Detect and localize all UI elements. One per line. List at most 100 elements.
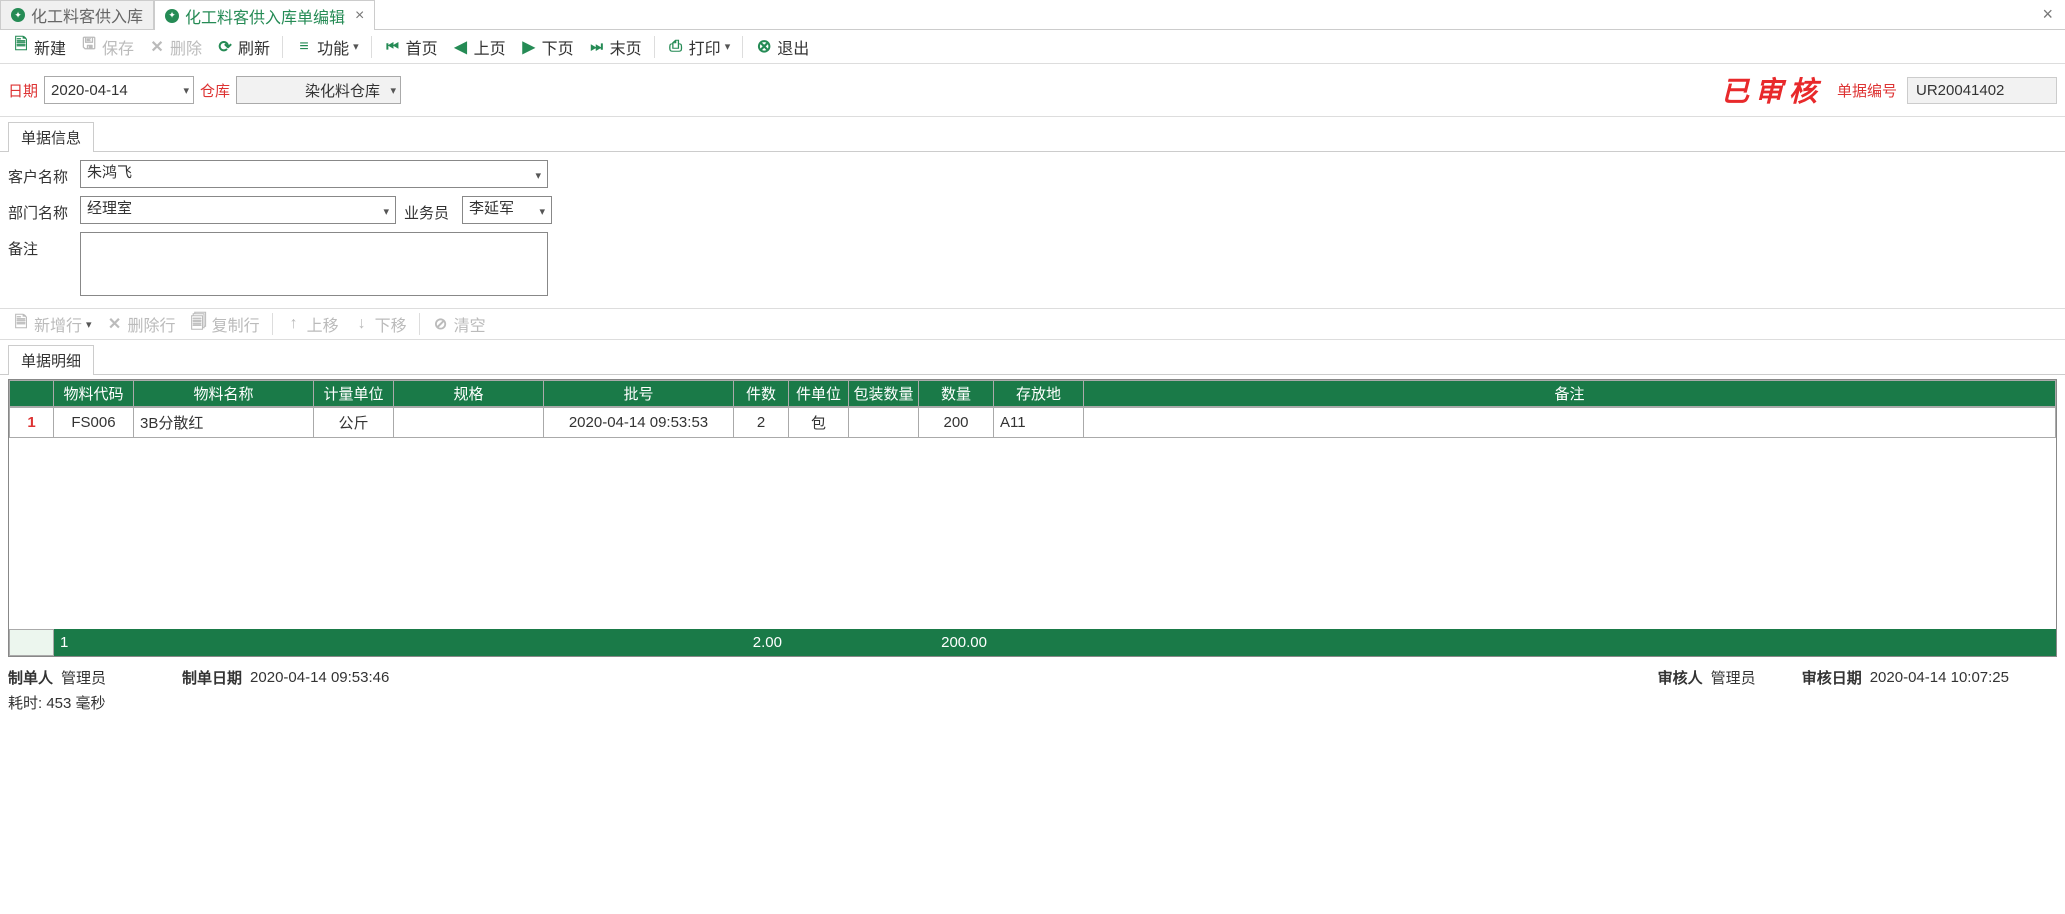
warehouse-select[interactable]: 染化料仓库 ▾ bbox=[236, 76, 401, 104]
date-label: 日期 bbox=[8, 80, 38, 101]
cell-uom[interactable]: 公斤 bbox=[314, 408, 394, 438]
doc-code-field: UR20041402 bbox=[1907, 77, 2057, 104]
next-icon bbox=[520, 38, 538, 56]
create-date-value: 2020-04-14 09:53:46 bbox=[250, 669, 389, 686]
sales-select[interactable]: 李延军 ▾ bbox=[462, 196, 552, 224]
col-remark[interactable]: 备注 bbox=[1084, 381, 2056, 407]
col-pcs-unit[interactable]: 件单位 bbox=[789, 381, 849, 407]
col-pcs[interactable]: 件数 bbox=[734, 381, 789, 407]
copy-row-label: 复制行 bbox=[212, 312, 260, 336]
cell-pcs[interactable]: 2 bbox=[734, 408, 789, 438]
list-icon bbox=[295, 38, 313, 56]
separator bbox=[272, 313, 273, 335]
dept-value: 经理室 bbox=[87, 200, 132, 217]
delete-row-label: 删除行 bbox=[128, 312, 176, 336]
section-info-tab[interactable]: 单据信息 bbox=[8, 122, 94, 152]
copy-row-icon bbox=[190, 315, 208, 333]
move-up-label: 上移 bbox=[307, 312, 339, 336]
print-label: 打印 bbox=[689, 35, 721, 59]
add-row-button[interactable]: 新增行 ▾ bbox=[6, 310, 98, 338]
customer-select[interactable]: 朱鸿飞 ▾ bbox=[80, 160, 548, 188]
cell-qty[interactable]: 200 bbox=[919, 408, 994, 438]
add-row-label: 新增行 bbox=[34, 312, 82, 336]
chevron-down-icon: ▾ bbox=[183, 84, 189, 97]
next-page-button[interactable]: 下页 bbox=[514, 33, 580, 61]
row-toolbar: 新增行 ▾ ✕ 删除行 复制行 上移 下移 清空 bbox=[0, 308, 2065, 340]
chevron-down-icon: ▾ bbox=[725, 40, 731, 53]
cell-code[interactable]: FS006 bbox=[54, 408, 134, 438]
cell-spec[interactable] bbox=[394, 408, 544, 438]
globe-icon: ✦ bbox=[165, 9, 179, 23]
totals-cell bbox=[134, 630, 314, 656]
exit-button[interactable]: 退出 bbox=[749, 33, 815, 61]
audit-stamp: 已审核 bbox=[1721, 70, 1823, 110]
refresh-icon bbox=[216, 38, 234, 56]
sales-label: 业务员 bbox=[404, 196, 454, 223]
cell-name[interactable]: 3B分散红 bbox=[134, 408, 314, 438]
prev-page-button[interactable]: 上页 bbox=[446, 33, 512, 61]
audit-date-label: 审核日期 bbox=[1802, 667, 1862, 688]
separator bbox=[371, 36, 372, 58]
delete-row-button[interactable]: ✕ 删除行 bbox=[100, 310, 182, 338]
save-button[interactable]: 🖫 保存 bbox=[74, 33, 140, 61]
print-button[interactable]: 打印 ▾ bbox=[661, 33, 737, 61]
remark-label: 备注 bbox=[8, 232, 72, 259]
cell-batch[interactable]: 2020-04-14 09:53:53 bbox=[544, 408, 734, 438]
refresh-button[interactable]: 刷新 bbox=[210, 33, 276, 61]
save-icon: 🖫 bbox=[80, 38, 98, 56]
close-icon[interactable]: × bbox=[355, 7, 364, 25]
auditor-label: 审核人 bbox=[1658, 667, 1703, 688]
dept-label: 部门名称 bbox=[8, 196, 72, 223]
cell-loc[interactable]: A11 bbox=[994, 408, 1084, 438]
function-button[interactable]: 功能 ▾ bbox=[289, 33, 365, 61]
move-up-button[interactable]: 上移 bbox=[279, 310, 345, 338]
add-row-icon bbox=[12, 315, 30, 333]
totals-cell bbox=[394, 630, 544, 656]
clear-icon bbox=[432, 315, 450, 333]
new-button[interactable]: 🗎 新建 bbox=[6, 33, 72, 61]
totals-count: 1 bbox=[54, 630, 134, 656]
section-detail-tab[interactable]: 单据明细 bbox=[8, 345, 94, 375]
tab-list[interactable]: ✦ 化工料客供入库 bbox=[0, 0, 154, 29]
totals-cell bbox=[849, 630, 919, 656]
delete-icon: ✕ bbox=[148, 38, 166, 56]
table-row[interactable]: 1 FS006 3B分散红 公斤 2020-04-14 09:53:53 2 包… bbox=[10, 408, 2056, 438]
delete-button[interactable]: ✕ 删除 bbox=[142, 33, 208, 61]
first-page-button[interactable]: 首页 bbox=[378, 33, 444, 61]
chevron-down-icon: ▾ bbox=[391, 84, 397, 97]
doc-code-value: UR20041402 bbox=[1916, 82, 2004, 99]
cell-pack-qty[interactable] bbox=[849, 408, 919, 438]
next-label: 下页 bbox=[542, 35, 574, 59]
col-pack-qty[interactable]: 包装数量 bbox=[849, 381, 919, 407]
move-down-button[interactable]: 下移 bbox=[347, 310, 413, 338]
dept-select[interactable]: 经理室 ▾ bbox=[80, 196, 396, 224]
tab-edit[interactable]: ✦ 化工料客供入库单编辑 × bbox=[154, 0, 375, 30]
grid: 物料代码 物料名称 计量单位 规格 批号 件数 件单位 包装数量 数量 存放地 … bbox=[8, 379, 2057, 657]
last-page-button[interactable]: 末页 bbox=[582, 33, 648, 61]
doc-icon: 🗎 bbox=[12, 38, 30, 56]
cell-remark[interactable] bbox=[1084, 408, 2056, 438]
date-picker[interactable]: 2020-04-14 ▾ bbox=[44, 76, 194, 104]
col-spec[interactable]: 规格 bbox=[394, 381, 544, 407]
creator-label: 制单人 bbox=[8, 667, 53, 688]
doc-code-label: 单据编号 bbox=[1837, 80, 1897, 101]
clear-rows-button[interactable]: 清空 bbox=[426, 310, 492, 338]
col-loc[interactable]: 存放地 bbox=[994, 381, 1084, 407]
save-label: 保存 bbox=[102, 35, 134, 59]
close-all-icon[interactable]: × bbox=[2030, 0, 2065, 29]
elapsed-time: 耗时: 453 毫秒 bbox=[0, 690, 2065, 715]
copy-row-button[interactable]: 复制行 bbox=[184, 310, 266, 338]
create-date-label: 制单日期 bbox=[182, 667, 242, 688]
col-name[interactable]: 物料名称 bbox=[134, 381, 314, 407]
cell-pcs-unit[interactable]: 包 bbox=[789, 408, 849, 438]
col-rownum[interactable] bbox=[10, 381, 54, 407]
col-batch[interactable]: 批号 bbox=[544, 381, 734, 407]
creator-value: 管理员 bbox=[61, 667, 106, 688]
col-uom[interactable]: 计量单位 bbox=[314, 381, 394, 407]
remark-textarea[interactable] bbox=[80, 232, 548, 296]
col-code[interactable]: 物料代码 bbox=[54, 381, 134, 407]
col-qty[interactable]: 数量 bbox=[919, 381, 994, 407]
clear-rows-label: 清空 bbox=[454, 312, 486, 336]
audit-date-value: 2020-04-14 10:07:25 bbox=[1870, 669, 2009, 686]
first-icon bbox=[384, 38, 402, 56]
